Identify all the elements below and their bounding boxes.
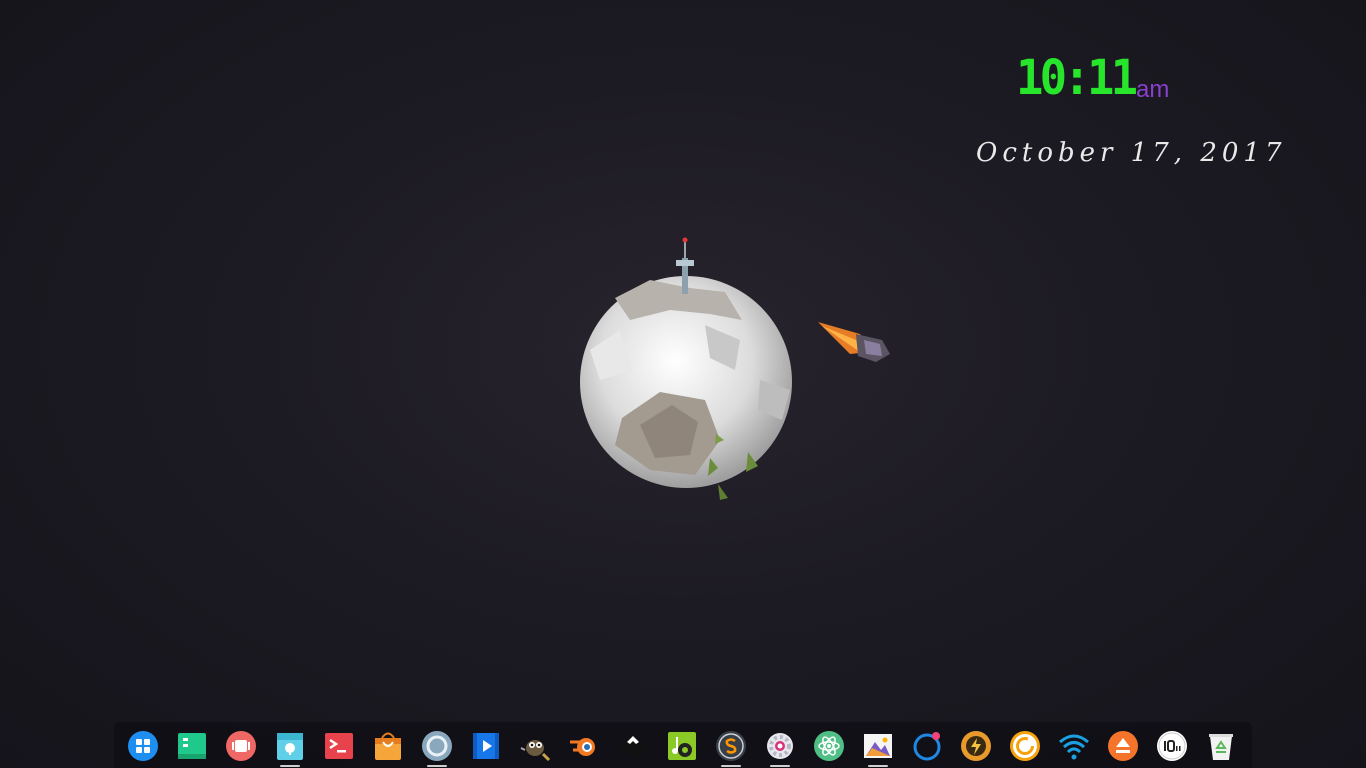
ring-icon <box>913 732 941 761</box>
dock-item-trash[interactable] <box>1204 729 1238 763</box>
dock-item-clock[interactable] <box>1155 729 1189 763</box>
blender-icon <box>570 738 595 756</box>
wallpaper-planet-illustration <box>580 237 890 500</box>
dock-item-settings[interactable] <box>763 729 797 767</box>
dock-item-image-viewer[interactable] <box>861 729 895 767</box>
lightning-icon <box>961 731 991 761</box>
green-window-icon <box>178 733 206 759</box>
recycle-bin-icon <box>1209 734 1233 760</box>
gear-icon <box>767 733 793 759</box>
dock-item-sublime[interactable] <box>714 729 748 767</box>
dock-item-atom[interactable] <box>812 729 846 763</box>
date-text: October 17, 2017 <box>976 138 1287 168</box>
c-ring-icon <box>1010 731 1040 761</box>
dock-item-network[interactable] <box>1057 729 1091 763</box>
sublime-s-icon <box>716 731 746 761</box>
dock-item-inkscape[interactable] <box>616 729 650 763</box>
clock-time: 10:11 <box>1016 50 1138 106</box>
dock-item-eject[interactable] <box>1106 729 1140 763</box>
terminal-icon <box>325 733 353 759</box>
dock-item-store[interactable] <box>371 729 405 763</box>
shopping-bag-icon <box>375 732 401 760</box>
clock-ampm: am <box>1136 76 1170 103</box>
running-indicator <box>280 765 300 767</box>
clock-widget: 10:11 am <box>1016 52 1176 108</box>
wifi-icon <box>1059 734 1089 760</box>
clock-10-icon <box>1157 731 1187 761</box>
running-indicator <box>427 765 447 767</box>
dock <box>114 722 1252 768</box>
photo-icon <box>864 734 892 758</box>
video-play-icon <box>473 733 499 759</box>
dock-item-calendar[interactable] <box>273 729 307 767</box>
dock-item-browser[interactable] <box>420 729 454 767</box>
dock-item-video[interactable] <box>469 729 503 763</box>
grid-icon <box>128 731 158 761</box>
gimp-icon <box>520 740 551 762</box>
inkscape-icon <box>619 732 647 760</box>
eject-icon <box>1108 731 1138 761</box>
dock-item-activity[interactable] <box>910 729 944 763</box>
running-indicator <box>868 765 888 767</box>
dock-item-launcher[interactable] <box>126 729 160 763</box>
calendar-icon <box>277 733 303 760</box>
music-icon <box>668 732 696 760</box>
running-indicator <box>721 765 741 767</box>
dock-item-power[interactable] <box>959 729 993 763</box>
dock-item-multitasking[interactable] <box>224 729 258 763</box>
dock-item-gimp[interactable] <box>518 729 552 763</box>
dock-item-blender[interactable] <box>567 729 601 763</box>
red-cards-icon <box>226 731 256 761</box>
running-indicator <box>770 765 790 767</box>
atom-icon <box>814 731 844 761</box>
dock-item-terminal[interactable] <box>322 729 356 763</box>
dock-item-music[interactable] <box>665 729 699 763</box>
dock-item-crunchyroll[interactable] <box>1008 729 1042 763</box>
circle-browser-icon <box>422 731 452 761</box>
dock-item-files[interactable] <box>175 729 209 763</box>
